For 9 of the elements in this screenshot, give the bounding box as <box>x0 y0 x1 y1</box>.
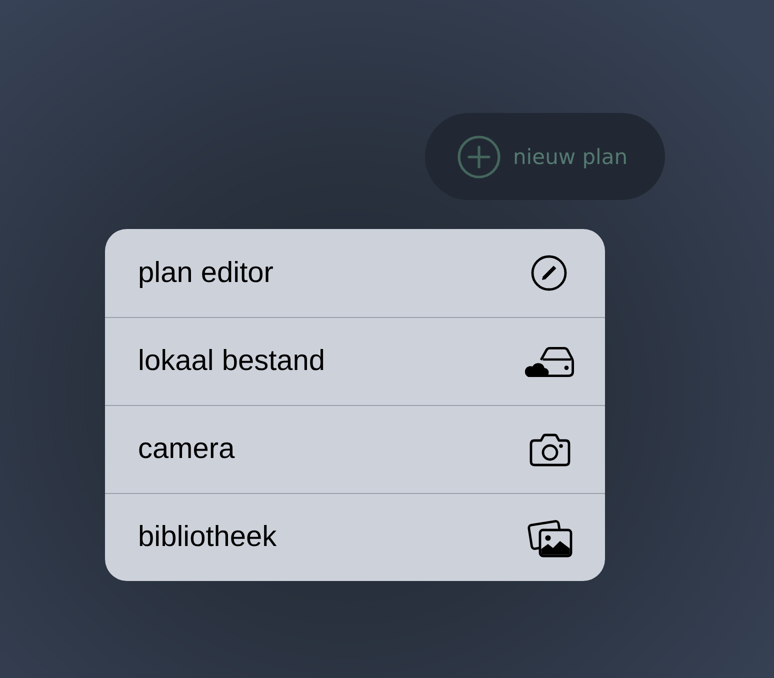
plus-circle-icon <box>457 134 501 178</box>
camera-icon <box>529 432 571 466</box>
cloud-drive-icon <box>525 346 575 378</box>
photos-icon <box>527 518 573 558</box>
pencil-circle-icon <box>531 255 567 291</box>
menu-item[interactable]: plan editor <box>105 229 605 317</box>
menu-item[interactable]: camera <box>105 405 605 493</box>
menu-item[interactable]: lokaal bestand <box>105 317 605 405</box>
menu-item[interactable]: bibliotheek <box>105 493 605 581</box>
